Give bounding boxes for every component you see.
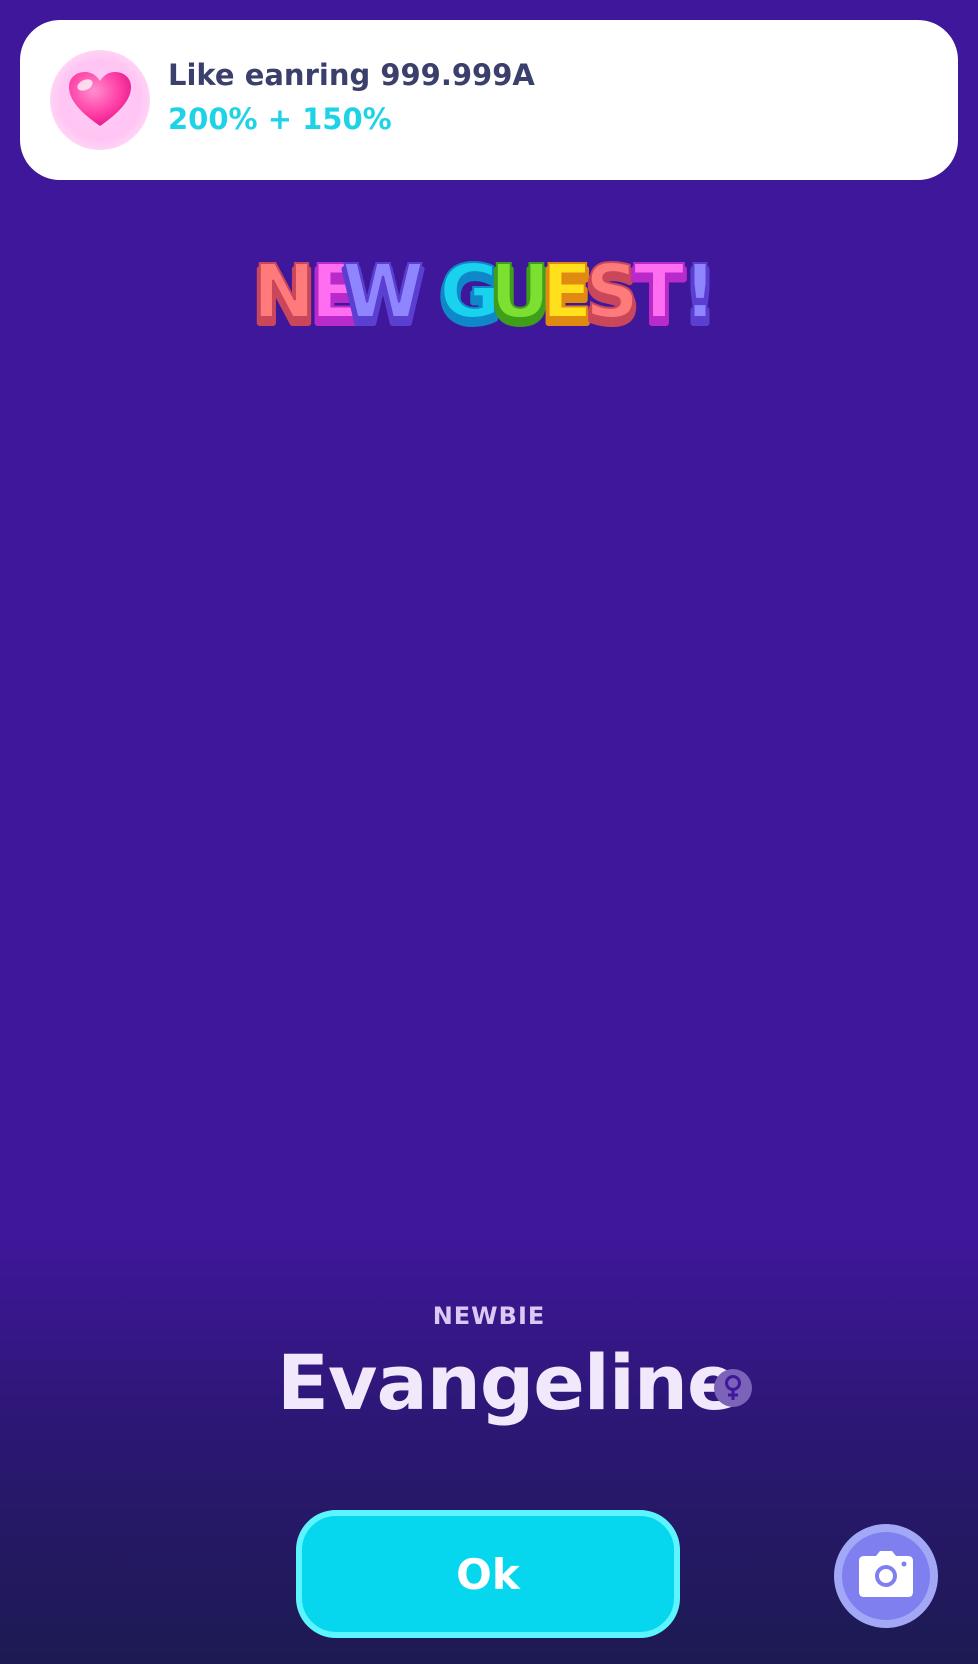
ok-button[interactable]: Ok: [296, 1510, 680, 1638]
notification-subtitle: 200% + 150%: [168, 102, 392, 136]
new-guest-headline: NNEEWW GGUUEESSTT!!: [250, 250, 720, 340]
camera-icon: [842, 1532, 930, 1620]
notification-title: Like eanring 999.999A: [168, 58, 535, 92]
headline-letter: !: [683, 250, 717, 335]
headline-letter: S: [585, 250, 638, 335]
headline-letter: T: [634, 250, 685, 335]
camera-button[interactable]: [834, 1524, 938, 1628]
notification-card: Like eanring 999.999A 200% + 150%: [20, 20, 958, 180]
headline-letter: W: [342, 250, 424, 335]
guest-rank-label: NEWBIE: [432, 1302, 546, 1330]
ok-button-label: Ok: [456, 1549, 520, 1599]
heart-icon: [50, 50, 150, 150]
female-icon: [714, 1369, 752, 1407]
guest-name: Evangeline: [277, 1338, 739, 1427]
headline-letter: N: [253, 250, 315, 335]
